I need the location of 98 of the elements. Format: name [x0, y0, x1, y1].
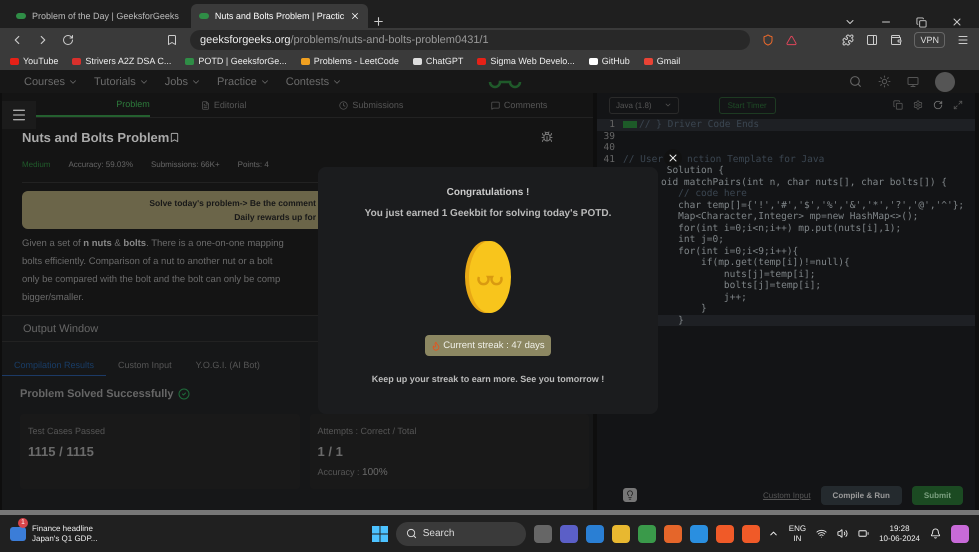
difficulty-label: Medium: [22, 160, 50, 168]
code-line: Solution {: [666, 165, 724, 176]
bug-icon[interactable]: [541, 131, 553, 143]
address-bar[interactable]: geeksforgeeks.org/problems/nuts-and-bolts-problem0431/1: [190, 30, 750, 50]
description-line: Given a set of n nuts & bolts. There is a one-on-one mapping: [22, 237, 285, 251]
code-line: j++;: [722, 292, 747, 303]
bookmark-icon[interactable]: [166, 34, 178, 46]
check-icon: [178, 388, 190, 400]
code-line: bolts[j]=temp[i];: [722, 280, 822, 292]
bookmark-item[interactable]: GitHub: [588, 56, 630, 66]
vpn-button[interactable]: VPN: [914, 32, 945, 48]
submissions-label: Submissions: 66K+: [150, 160, 220, 168]
code-line: nuts[j]=temp[i];: [722, 268, 816, 280]
code-line: char temp[]={'!','#','$','%','&','*','?','@','^'};: [677, 200, 964, 211]
code-line: Map<Character,Integer> mp=new HashMap<>();: [677, 211, 918, 222]
windows-start-icon[interactable]: [372, 526, 388, 542]
card-label: Test Cases Passed: [28, 426, 106, 436]
code-comment: nction Template for Java: [687, 154, 824, 165]
browser-tab[interactable]: Nuts and Bolts Problem | Practic: [190, 4, 368, 28]
line-number: 40: [602, 142, 616, 154]
output-title: Output Window: [23, 322, 98, 334]
streak-badge: Current streak : 47 days: [425, 335, 551, 356]
problem-title: Nuts and Bolts Problem: [22, 130, 170, 144]
reload-icon[interactable]: [62, 34, 74, 46]
bookmark-icon[interactable]: [169, 132, 180, 142]
volume-icon[interactable]: [837, 528, 848, 539]
sun-icon[interactable]: [878, 75, 891, 88]
fold-marker: [623, 121, 637, 128]
code-comment: // code here: [677, 188, 747, 200]
description-line: bigger/smaller.: [22, 291, 85, 305]
search-icon[interactable]: [849, 75, 862, 88]
line-number: 1: [608, 119, 616, 130]
code-line: }: [700, 303, 707, 314]
bookmark-item[interactable]: Strivers A2Z DSA C...: [72, 56, 172, 66]
news-text: Japan's Q1 GDP...: [32, 534, 98, 544]
close-icon[interactable]: [951, 16, 963, 28]
bookmark-item[interactable]: YouTube: [10, 56, 58, 66]
bookmark-item[interactable]: ChatGPT: [412, 56, 464, 66]
clock-date[interactable]: 10-06-2024: [879, 534, 920, 544]
avatar[interactable]: [935, 72, 955, 92]
fullscreen-icon[interactable]: [953, 100, 963, 110]
site-icon: [16, 13, 26, 19]
coin-icon: [464, 239, 512, 315]
card-value: 1115 / 1115: [28, 444, 95, 459]
new-tab-icon[interactable]: [372, 15, 386, 28]
shield-icon[interactable]: [762, 34, 774, 46]
triangle-icon[interactable]: [786, 34, 797, 46]
card-value: 1 / 1: [318, 444, 344, 459]
menu-icon[interactable]: [957, 34, 969, 46]
points-label: Points: 4: [238, 160, 269, 168]
dialog-footer-text: Keep up your streak to earn more. See you tomorrow !: [372, 374, 604, 384]
code-line: }: [677, 314, 684, 326]
card-label: Attempts : Correct / Total: [318, 426, 418, 436]
line-number: 39: [602, 130, 616, 142]
description-line: bolts efficiently. Comparison of a nut to another nut or a bolt: [22, 255, 274, 269]
bell-icon[interactable]: [930, 528, 941, 539]
accuracy-label: Accuracy: 59.03%: [68, 160, 133, 168]
close-icon: [667, 152, 679, 164]
compile-run-button[interactable]: Compile & Run: [820, 486, 902, 504]
dialog-message: You just earned 1 Geekbit for solving today's POTD.: [364, 208, 612, 219]
lightbulb-icon[interactable]: [623, 488, 637, 502]
region-text[interactable]: IN: [793, 534, 802, 544]
accuracy-text: Accuracy : 100%: [318, 467, 389, 478]
line-number: 41: [602, 154, 616, 165]
settings-icon[interactable]: [913, 100, 923, 110]
puzzle-icon[interactable]: [842, 34, 854, 46]
site-icon: [198, 13, 209, 19]
dialog-title: Congratulations !: [446, 187, 530, 198]
bookmark-item[interactable]: POTD | GeeksforGe...: [185, 56, 287, 66]
code-line: if(mp.get(temp[i])!=null){: [700, 257, 850, 268]
wifi-icon[interactable]: [816, 528, 828, 539]
monitor-icon[interactable]: [907, 76, 919, 88]
banner-text: Solve today's problem-> Be the comment: [149, 197, 316, 210]
code-line: for(int i=0;i<n;i++) mp.put(nuts[i],1);: [677, 222, 902, 234]
browser-tab[interactable]: Problem of the Day | GeeksforGeeks: [8, 4, 187, 28]
code-comment: // User: [623, 154, 664, 165]
wallet-icon[interactable]: [890, 34, 902, 46]
code-line: int j=0;: [677, 234, 724, 246]
taskbar-search[interactable]: Search: [396, 522, 526, 546]
banner-text: Daily rewards up for: [234, 211, 316, 224]
sidebar-icon[interactable]: [866, 34, 878, 46]
code-line: for(int i=0;i<9;i++){: [677, 246, 798, 257]
bookmark-item[interactable]: Sigma Web Develo...: [477, 56, 575, 66]
description-line: only be compared with the bolt and the bolt can only be comp: [22, 273, 282, 287]
news-title: Finance headline: [32, 524, 94, 534]
code-line: oid matchPairs(int n, char nuts[], char bolts[]) {: [661, 176, 947, 188]
status-text: Problem Solved Successfully: [20, 388, 174, 400]
battery-icon[interactable]: [858, 528, 870, 539]
menu-icon[interactable]: [2, 101, 36, 129]
search-icon: [406, 528, 417, 539]
bookmark-item[interactable]: Problems - LeetCode: [300, 56, 399, 66]
restore-icon[interactable]: [916, 17, 927, 28]
close-icon[interactable]: [350, 11, 360, 21]
bookmark-item[interactable]: Gmail: [644, 56, 680, 66]
clock-time[interactable]: 19:28: [890, 524, 910, 534]
language-text[interactable]: ENG: [788, 524, 806, 534]
reset-icon[interactable]: [933, 100, 943, 110]
copy-icon[interactable]: [893, 100, 903, 110]
